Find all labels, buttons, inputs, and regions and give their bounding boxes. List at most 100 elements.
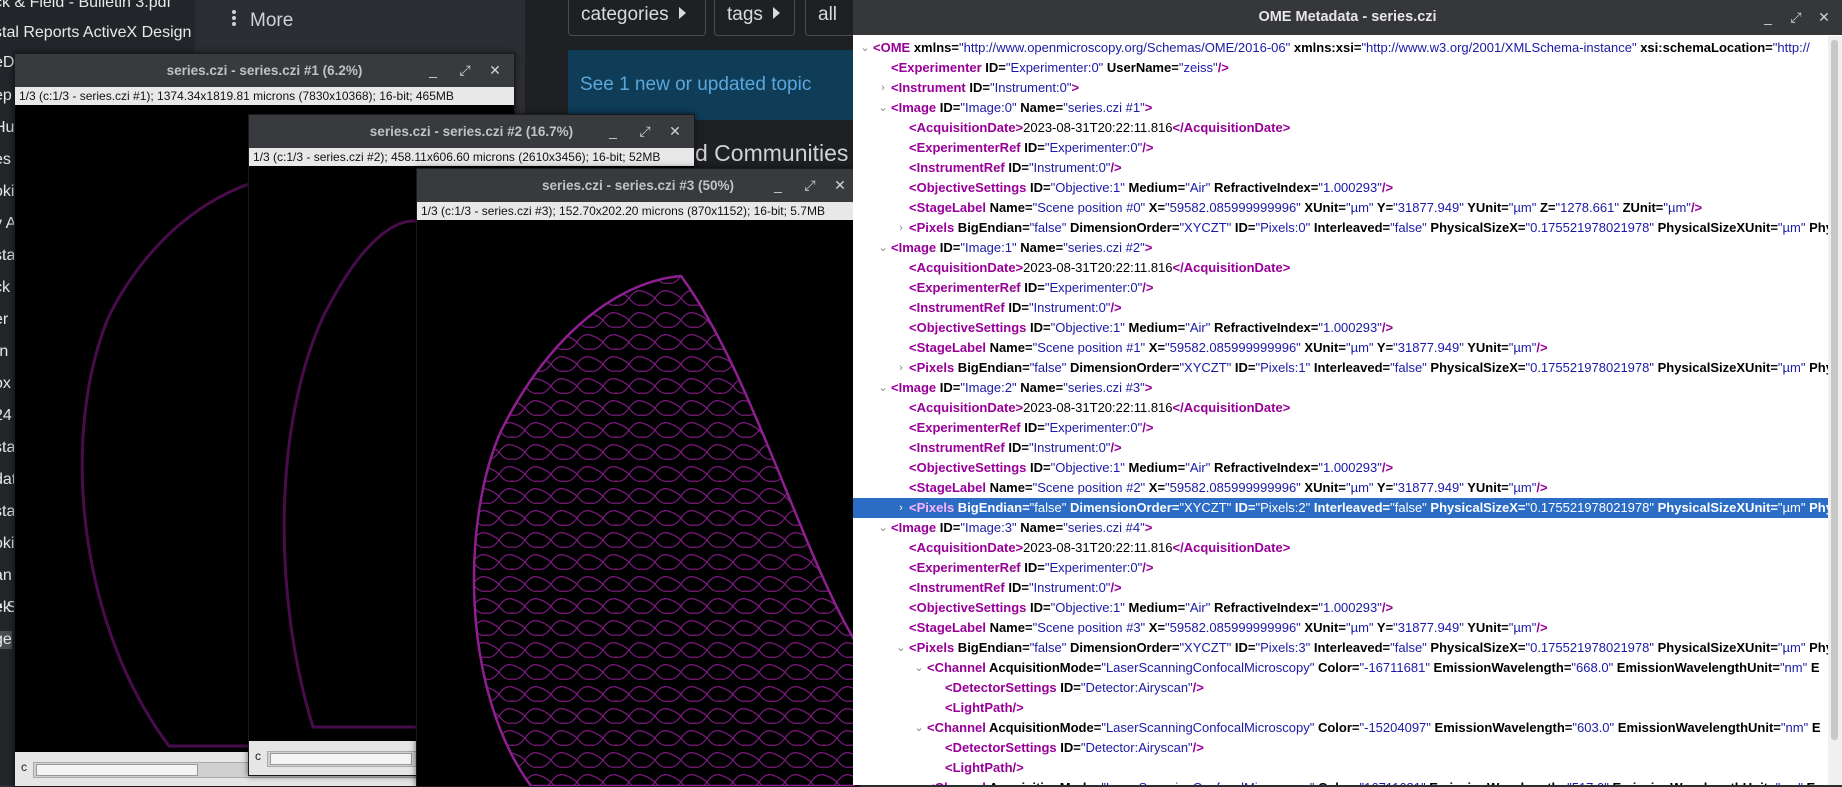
expand-chevron-icon[interactable]: ⌄ [895, 638, 907, 658]
background-list-item[interactable]: oki [0, 183, 14, 201]
xml-node-text: <Channel AcquisitionMode="LaserScanningC… [927, 660, 1820, 675]
xml-node-row[interactable]: <ObjectiveSettings ID="Objective:1" Medi… [853, 458, 1831, 478]
ome-metadata-window[interactable]: OME Metadata - series.czi _ ⤢ ✕ ⌄ <OME xm… [853, 0, 1842, 785]
collapse-chevron-icon[interactable]: › [895, 498, 907, 518]
expand-chevron-icon[interactable]: ⌄ [913, 718, 925, 738]
xml-node-row[interactable]: <AcquisitionDate>2023-08-31T20:22:11.816… [853, 398, 1831, 418]
close-icon[interactable]: ✕ [1812, 0, 1836, 35]
xml-node-text: <ObjectiveSettings ID="Objective:1" Medi… [909, 600, 1394, 615]
xml-node-row[interactable]: <ExperimenterRef ID="Experimenter:0"/> [853, 138, 1831, 158]
window-titlebar[interactable]: series.czi - series.czi #3 (50%) _ ⤢ ✕ [417, 169, 859, 202]
xml-node-row[interactable]: <StageLabel Name="Scene position #2" X="… [853, 478, 1831, 498]
xml-node-row[interactable]: <ExperimenterRef ID="Experimenter:0"/> [853, 418, 1831, 438]
minimize-icon[interactable]: _ [1756, 0, 1780, 35]
xml-node-row[interactable]: <InstrumentRef ID="Instrument:0"/> [853, 438, 1831, 458]
xml-node-row[interactable]: <InstrumentRef ID="Instrument:0"/> [853, 298, 1831, 318]
xml-node-row[interactable]: <ExperimenterRef ID="Experimenter:0"/> [853, 278, 1831, 298]
background-list-item[interactable]: ep [0, 87, 12, 105]
xml-node-row[interactable]: ⌄ <Image ID="Image:2" Name="series.czi #3… [853, 378, 1831, 398]
window-titlebar[interactable]: series.czi - series.czi #1 (6.2%) _ ⤢ ✕ [15, 54, 514, 87]
xml-node-text: <StageLabel Name="Scene position #2" X="… [909, 480, 1548, 495]
background-list-item[interactable]: oki [0, 535, 14, 553]
xml-node-row[interactable]: ⌄ <Image ID="Image:0" Name="series.czi #1… [853, 98, 1831, 118]
expand-chevron-icon[interactable]: ⌄ [877, 238, 889, 258]
xml-node-row[interactable]: <ObjectiveSettings ID="Objective:1" Medi… [853, 598, 1831, 618]
background-list-item[interactable]: ge [0, 631, 12, 649]
tags-dropdown[interactable]: tags [714, 0, 795, 36]
new-topic-banner[interactable]: See 1 new or updated topic [568, 50, 858, 120]
image-window-3[interactable]: series.czi - series.czi #3 (50%) _ ⤢ ✕ 1… [416, 168, 860, 787]
background-list-item[interactable]: er [0, 311, 8, 329]
xml-node-row[interactable]: ⌄ <OME xmlns="http://www.openmicroscopy.o… [853, 38, 1831, 58]
xml-node-row[interactable]: <ObjectiveSettings ID="Objective:1" Medi… [853, 178, 1831, 198]
xml-node-row[interactable]: <StageLabel Name="Scene position #3" X="… [853, 618, 1831, 638]
xml-node-row[interactable]: <LightPath/> [853, 758, 1831, 778]
vertical-scrollbar[interactable] [1828, 36, 1842, 785]
xml-node-row[interactable]: ⌄ <Image ID="Image:3" Name="series.czi #4… [853, 518, 1831, 538]
expand-chevron-icon[interactable]: ⌄ [877, 518, 889, 538]
xml-node-row[interactable]: <StageLabel Name="Scene position #1" X="… [853, 338, 1831, 358]
background-list-item[interactable]: rn [0, 343, 8, 361]
xml-node-row[interactable]: <LightPath/> [853, 698, 1831, 718]
background-list-item[interactable]: ck & Field - Bulletin 3.pdf [0, 0, 171, 12]
xml-node-row[interactable]: ⌄<Channel AcquisitionMode="LaserScanning… [853, 658, 1831, 678]
close-icon[interactable]: ✕ [484, 54, 506, 87]
xml-node-row[interactable]: <AcquisitionDate>2023-08-31T20:22:11.816… [853, 118, 1831, 138]
background-list-item[interactable]: es [0, 151, 11, 169]
xml-node-row[interactable]: ⌄ <Pixels BigEndian="false" DimensionOrde… [853, 638, 1831, 658]
xml-node-row[interactable]: <InstrumentRef ID="Instrument:0"/> [853, 158, 1831, 178]
minimize-icon[interactable]: _ [602, 115, 624, 148]
categories-dropdown[interactable]: categories [568, 0, 706, 36]
background-list-item[interactable]: 24 [0, 407, 12, 425]
xml-node-row[interactable]: <DetectorSettings ID="Detector:Airyscan"… [853, 738, 1831, 758]
xml-node-row[interactable]: <ObjectiveSettings ID="Objective:1" Medi… [853, 318, 1831, 338]
collapse-chevron-icon[interactable]: › [877, 78, 889, 98]
xml-tree-view[interactable]: ⌄ <OME xmlns="http://www.openmicroscopy.o… [853, 36, 1831, 785]
minimize-icon[interactable]: _ [767, 169, 789, 202]
close-icon[interactable]: ✕ [664, 115, 686, 148]
image-canvas[interactable] [421, 221, 855, 786]
background-list-item[interactable]: stal Reports ActiveX Design [0, 24, 191, 42]
xml-node-row[interactable]: <ExperimenterRef ID="Experimenter:0"/> [853, 558, 1831, 578]
maximize-icon[interactable]: ⤢ [634, 115, 656, 148]
xml-node-row[interactable]: <StageLabel Name="Scene position #0" X="… [853, 198, 1831, 218]
scrollbar-thumb[interactable] [1831, 40, 1838, 740]
maximize-icon[interactable]: ⤢ [454, 54, 476, 87]
background-list-item[interactable]: an [0, 567, 12, 585]
maximize-icon[interactable]: ⤢ [1784, 0, 1808, 35]
xml-node-row[interactable]: › <Pixels BigEndian="false" DimensionOrde… [853, 498, 1831, 518]
xml-node-row[interactable]: ⌄<Channel AcquisitionMode="LaserScanning… [853, 718, 1831, 738]
background-list-item[interactable]: ck [0, 279, 10, 297]
xml-node-row[interactable]: › <Instrument ID="Instrument:0"> [853, 78, 1831, 98]
xml-node-row[interactable]: › <Pixels BigEndian="false" DimensionOrde… [853, 358, 1831, 378]
window-titlebar[interactable]: series.czi - series.czi #2 (16.7%) _ ⤢ ✕ [249, 115, 694, 148]
xml-node-text: <InstrumentRef ID="Instrument:0"/> [909, 580, 1122, 595]
minimize-icon[interactable]: _ [422, 54, 444, 87]
xml-node-row[interactable]: <AcquisitionDate>2023-08-31T20:22:11.816… [853, 538, 1831, 558]
window-titlebar[interactable]: OME Metadata - series.czi _ ⤢ ✕ [853, 0, 1842, 35]
scrollbar-thumb[interactable] [270, 753, 412, 765]
xml-node-row[interactable]: <InstrumentRef ID="Instrument:0"/> [853, 578, 1831, 598]
expand-chevron-icon[interactable]: ⌄ [913, 778, 925, 785]
expand-chevron-icon[interactable]: ⌄ [877, 378, 889, 398]
collapse-chevron-icon[interactable]: › [895, 218, 907, 238]
xml-node-row[interactable]: <AcquisitionDate>2023-08-31T20:22:11.816… [853, 258, 1831, 278]
caret-right-icon [678, 7, 686, 19]
background-list-item[interactable]: eD [0, 54, 14, 72]
xml-node-row[interactable]: <Experimenter ID="Experimenter:0" UserNa… [853, 58, 1831, 78]
expand-chevron-icon[interactable]: ⌄ [859, 38, 871, 58]
background-list-item[interactable]: Hu [0, 119, 14, 137]
xml-node-row[interactable]: › <Pixels BigEndian="false" DimensionOrde… [853, 218, 1831, 238]
xml-node-row[interactable]: ⌄<Channel AcquisitionMode="LaserScanning… [853, 778, 1831, 785]
expand-chevron-icon[interactable]: ⌄ [913, 658, 925, 678]
maximize-icon[interactable]: ⤢ [799, 169, 821, 202]
xml-node-row[interactable]: <DetectorSettings ID="Detector:Airyscan"… [853, 678, 1831, 698]
expand-chevron-icon[interactable]: ⌄ [877, 98, 889, 118]
scrollbar-thumb[interactable] [36, 764, 198, 776]
background-list-item[interactable]: ox [0, 375, 11, 393]
xml-node-row[interactable]: ⌄ <Image ID="Image:1" Name="series.czi #2… [853, 238, 1831, 258]
more-button[interactable]: More [232, 10, 293, 32]
close-icon[interactable]: ✕ [829, 169, 851, 202]
collapse-chevron-icon[interactable]: › [895, 358, 907, 378]
window-title: series.czi - series.czi #3 (50%) [541, 178, 735, 193]
